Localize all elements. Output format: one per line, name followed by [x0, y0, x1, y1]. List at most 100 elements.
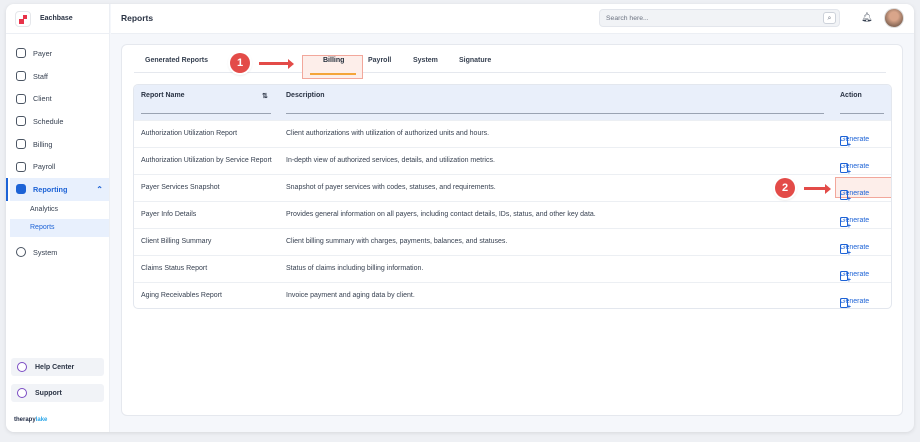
report-description: Client billing summary with charges, pay…: [286, 238, 508, 245]
tab-system[interactable]: System: [413, 57, 438, 64]
sidebar-item-label: Client: [33, 94, 52, 104]
sidebar-item-billing[interactable]: Billing: [6, 133, 109, 156]
sidebar: Eachbase Payer Staff Client Schedule Billing…: [6, 4, 110, 432]
table-row: Claims Status Report Status of claims inc…: [134, 255, 891, 284]
report-description: In-depth view of authorized services, de…: [286, 157, 495, 164]
generate-button[interactable]: Generate: [840, 235, 869, 257]
calendar-icon: [16, 116, 26, 127]
sort-icon[interactable]: ⇅: [262, 92, 268, 100]
report-description: Status of claims including billing infor…: [286, 265, 424, 272]
sidebar-item-payroll[interactable]: Payroll: [6, 155, 109, 178]
active-tab-underline: [310, 73, 356, 75]
sidebar-item-label: Payroll: [33, 162, 56, 172]
sidebar-item-label: Billing: [33, 139, 53, 149]
brand-name: Eachbase: [40, 15, 73, 22]
help-icon: [17, 362, 27, 372]
table-row: 2 Payer Services Snapshot Snapshot of paye…: [134, 174, 891, 203]
sidebar-subitem-reports[interactable]: Reports: [10, 218, 109, 237]
receipt-icon: [16, 139, 26, 150]
col-report-name: Report Name: [141, 92, 185, 99]
report-name: Client Billing Summary: [141, 238, 212, 245]
support-button[interactable]: Support: [11, 384, 104, 402]
generate-button[interactable]: Generate: [840, 262, 869, 284]
table-header: Report Name ⇅ Description Action: [134, 85, 891, 120]
page-title: Reports: [121, 13, 154, 23]
user-icon: [16, 93, 26, 104]
report-name: Payer Info Details: [141, 211, 197, 218]
search-icon[interactable]: ⌕: [823, 12, 836, 24]
generate-label: Generate: [840, 217, 870, 224]
footer-logo: therapylake: [14, 417, 48, 423]
search-input[interactable]: Search here... ⌕: [599, 9, 840, 27]
generate-label: Generate: [840, 136, 870, 143]
generate-button[interactable]: Generate: [840, 181, 869, 203]
table-row: Aging Receivables Report Invoice payment …: [134, 282, 891, 308]
sidebar-item-label: System: [33, 247, 58, 257]
report-description: Snapshot of payer services with codes, s…: [286, 184, 496, 191]
generate-button[interactable]: Generate: [840, 127, 869, 149]
col-action: Action: [840, 92, 862, 99]
generate-button[interactable]: Generate: [840, 154, 869, 176]
sidebar-subitem-analytics[interactable]: Analytics: [6, 201, 109, 219]
sidebar-nav: Payer Staff Client Schedule Billing Payroll Re…: [6, 34, 109, 264]
payroll-icon: [16, 161, 26, 172]
shield-icon: [16, 48, 26, 59]
sidebar-item-label: Staff: [33, 71, 48, 81]
report-description: Client authorizations with utilization o…: [286, 130, 490, 137]
top-header: Reports Search here... ⌕ 🔔︎: [111, 4, 914, 34]
sidebar-item-reporting[interactable]: Reporting ⌃: [6, 178, 109, 201]
help-center-button[interactable]: Help Center: [11, 358, 104, 376]
sidebar-item-staff[interactable]: Staff: [6, 65, 109, 88]
brand[interactable]: Eachbase: [6, 4, 109, 34]
tab-signature[interactable]: Signature: [459, 57, 491, 64]
report-icon: [16, 184, 26, 195]
avatar[interactable]: [884, 8, 904, 28]
table-row: Authorization Utilization Report Client a…: [134, 120, 891, 149]
sidebar-item-payer[interactable]: Payer: [6, 42, 109, 65]
tab-billing[interactable]: Billing: [323, 57, 344, 64]
annotation-arrow-1: [259, 58, 294, 69]
generate-button[interactable]: Generate: [840, 289, 869, 308]
table-row: Authorization Utilization by Service Rep…: [134, 147, 891, 176]
report-name: Claims Status Report: [141, 265, 208, 272]
reports-table: Report Name ⇅ Description Action Authori…: [133, 84, 892, 309]
col-description: Description: [286, 92, 325, 99]
report-name: Authorization Utilization Report: [141, 130, 238, 137]
app-window: Eachbase Payer Staff Client Schedule Billing…: [6, 4, 914, 432]
bell-icon[interactable]: 🔔︎: [861, 12, 872, 23]
headset-icon: [17, 388, 27, 398]
sidebar-item-label: Payer: [33, 48, 53, 58]
users-icon: [16, 71, 26, 82]
report-description: Invoice payment and aging data by client…: [286, 292, 415, 299]
system-icon: [16, 247, 26, 258]
sidebar-item-client[interactable]: Client: [6, 87, 109, 110]
report-description: Provides general information on all paye…: [286, 211, 596, 218]
reports-panel: Generated Reports Billing Payroll System…: [121, 44, 903, 416]
sidebar-item-label: Schedule: [33, 116, 64, 126]
sidebar-item-schedule[interactable]: Schedule: [6, 110, 109, 133]
chevron-up-icon[interactable]: ⌃: [96, 185, 103, 194]
report-name: Authorization Utilization by Service Rep…: [141, 157, 272, 164]
brand-logo-icon: [15, 10, 31, 27]
annotation-badge-1: 1: [230, 53, 250, 73]
help-center-label: Help Center: [35, 363, 75, 371]
report-name: Aging Receivables Report: [141, 292, 222, 299]
sidebar-item-label: Reporting: [33, 184, 68, 194]
support-label: Support: [35, 389, 62, 397]
annotation-badge-2: 2: [775, 178, 795, 198]
tab-payroll[interactable]: Payroll: [368, 57, 391, 64]
search-placeholder: Search here...: [606, 14, 649, 22]
generate-label: Generate: [840, 271, 870, 278]
sidebar-item-system[interactable]: System: [6, 241, 109, 264]
generate-label: Generate: [840, 190, 870, 197]
tab-bar: Generated Reports Billing Payroll System…: [134, 52, 886, 79]
annotation-arrow-2: [804, 183, 831, 194]
table-row: Payer Info Details Provides general infor…: [134, 201, 891, 230]
generate-button[interactable]: Generate: [840, 208, 869, 230]
generate-label: Generate: [840, 298, 870, 305]
report-name: Payer Services Snapshot: [141, 184, 220, 191]
tab-generated-reports[interactable]: Generated Reports: [145, 57, 208, 64]
generate-label: Generate: [840, 244, 870, 251]
generate-label: Generate: [840, 163, 870, 170]
table-row: Client Billing Summary Client billing sum…: [134, 228, 891, 257]
